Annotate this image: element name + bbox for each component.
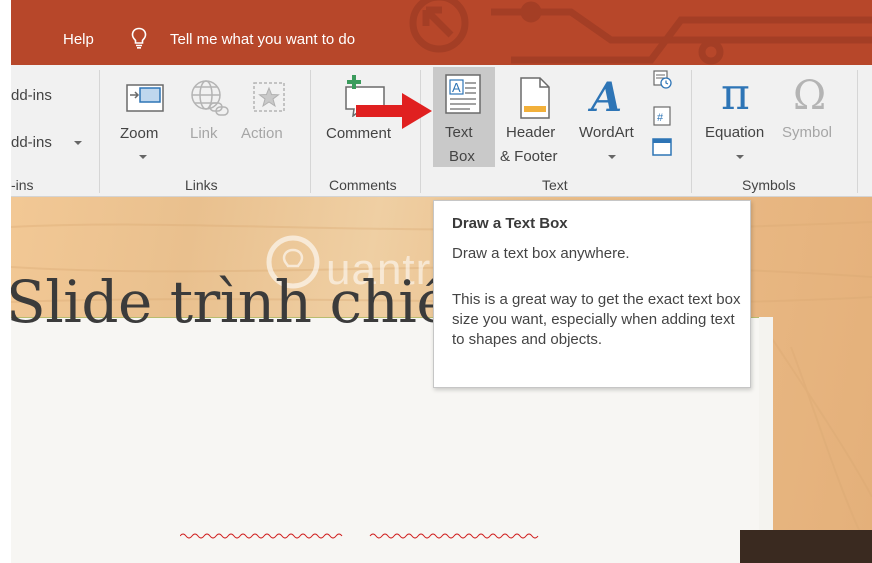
group-label-addins: -ins — [11, 177, 34, 193]
group-divider — [857, 70, 858, 193]
addins-item-2[interactable]: dd-ins — [11, 134, 52, 151]
svg-text:π: π — [721, 73, 750, 119]
slide-decoration — [740, 530, 872, 563]
text-box-icon: A — [445, 74, 481, 114]
svg-text:Ω: Ω — [793, 73, 826, 119]
action-button[interactable]: Action — [240, 73, 298, 165]
spellcheck-underline — [180, 533, 539, 539]
omega-symbol-icon: Ω — [793, 73, 826, 119]
action-label: Action — [241, 125, 283, 142]
object-icon[interactable] — [651, 136, 673, 158]
text-box-label-1: Text — [445, 124, 473, 141]
header-footer-label-2: & Footer — [500, 148, 558, 165]
zoom-button[interactable]: Zoom — [119, 73, 173, 165]
wordart-button[interactable]: A WordArt — [575, 73, 647, 169]
tell-me-search[interactable]: Tell me what you want to do — [170, 31, 355, 48]
equation-button[interactable]: π Equation — [701, 73, 781, 169]
chevron-down-icon — [736, 155, 744, 159]
svg-text:A: A — [452, 80, 461, 95]
group-label-comments: Comments — [329, 177, 397, 193]
slide-shadow — [759, 317, 773, 563]
svg-text:#: # — [657, 112, 664, 124]
window-left-edge — [0, 0, 11, 563]
group-label-text: Text — [542, 177, 568, 193]
wordart-label: WordArt — [579, 124, 634, 141]
help-tab[interactable]: Help — [63, 31, 94, 48]
text-box-button[interactable]: A Text Box — [433, 67, 495, 167]
pi-equation-icon: π — [721, 73, 750, 119]
red-arrow-annotation — [356, 93, 432, 129]
tooltip-description: This is a great way to get the exact tex… — [452, 291, 741, 348]
group-divider — [310, 70, 311, 193]
group-divider — [99, 70, 100, 193]
wordart-icon: A — [587, 74, 622, 119]
title-bar: Help Tell me what you want to do — [11, 0, 872, 65]
link-button[interactable]: Link — [184, 73, 232, 165]
symbol-label: Symbol — [782, 124, 833, 141]
star-action-icon — [253, 82, 285, 112]
date-time-icon[interactable] — [652, 69, 672, 89]
globe-link-icon — [191, 80, 229, 116]
chevron-down-icon — [608, 155, 616, 159]
text-box-label-2: Box — [449, 148, 475, 165]
link-label: Link — [190, 125, 218, 142]
header-footer-button[interactable]: Header & Footer — [500, 73, 572, 169]
group-label-links: Links — [185, 177, 218, 193]
svg-text:A: A — [587, 74, 622, 119]
equation-label: Equation — [705, 124, 765, 141]
ribbon-insert: dd-ins dd-ins -ins Zoom Link Action Link… — [11, 65, 872, 197]
tooltip-title: Draw a Text Box — [452, 215, 568, 232]
symbol-button[interactable]: Ω Symbol — [781, 73, 843, 169]
header-footer-icon — [520, 77, 550, 119]
header-footer-label-1: Header — [506, 124, 556, 141]
group-label-symbols: Symbols — [742, 177, 796, 193]
addins-item-1[interactable]: dd-ins — [11, 87, 52, 104]
lightbulb-icon — [131, 27, 147, 49]
group-divider — [420, 70, 421, 193]
zoom-icon — [126, 84, 164, 112]
group-divider — [691, 70, 692, 193]
chevron-down-icon — [139, 155, 147, 159]
slide-title[interactable]: Slide trình chiếu — [6, 268, 489, 336]
tooltip-summary: Draw a text box anywhere. — [452, 245, 630, 262]
text-box-tooltip: Draw a Text Box Draw a text box anywhere… — [433, 200, 751, 388]
slide-number-icon[interactable]: # — [652, 105, 672, 127]
chevron-down-icon[interactable] — [74, 141, 82, 145]
zoom-label: Zoom — [120, 125, 159, 142]
